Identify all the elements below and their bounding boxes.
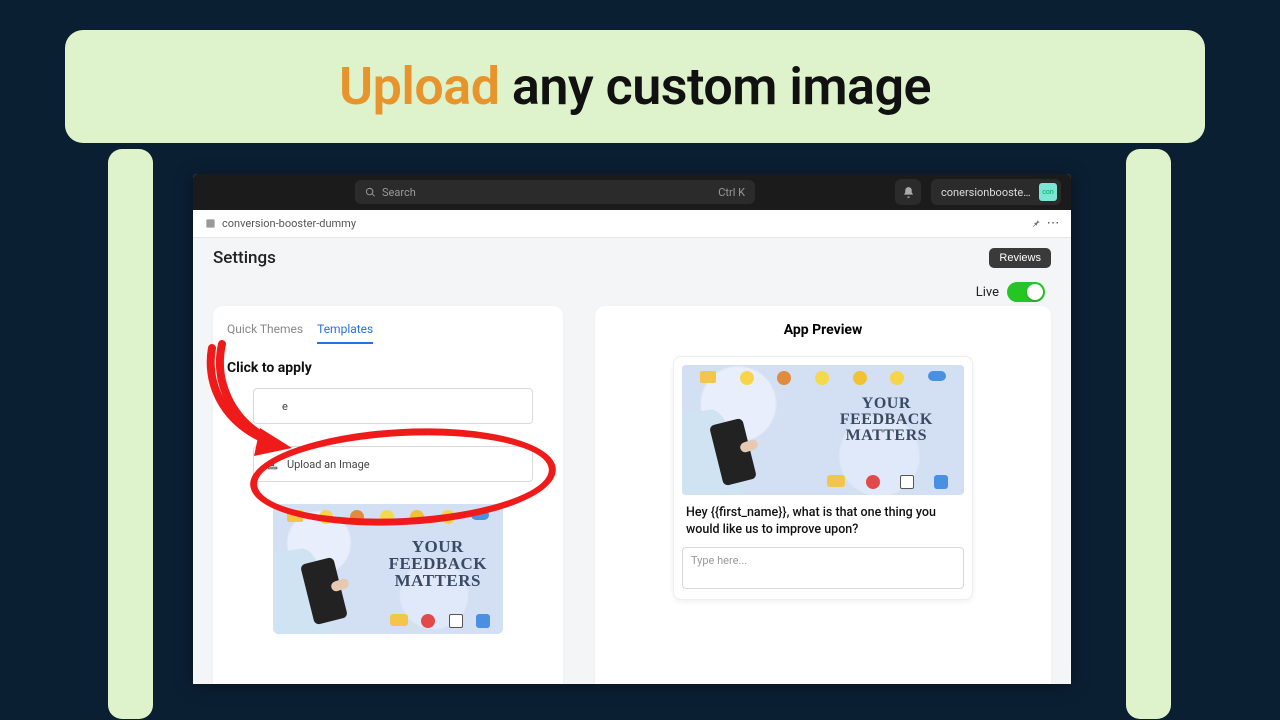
decor-pillar-left [108, 149, 153, 719]
tab-quick-themes[interactable]: Quick Themes [227, 316, 303, 344]
preview-card: YOURFEEDBACKMATTERS Hey {{first_name}}, … [673, 356, 973, 600]
topbar: Search Ctrl K conersionbooster-che... co… [193, 174, 1071, 210]
apply-heading: Click to apply [227, 360, 549, 376]
preview-panel: App Preview YOURFEEDBACKMATTERS [595, 306, 1051, 684]
pin-icon[interactable] [1029, 218, 1041, 230]
hero-banner: Upload any custom image [65, 30, 1205, 143]
settings-panel: Quick Themes Templates Click to apply e … [213, 306, 563, 684]
more-icon[interactable]: ⋯ [1047, 218, 1059, 230]
search-placeholder: Search [382, 186, 416, 199]
decor-pillar-right [1126, 149, 1171, 719]
user-menu[interactable]: conersionbooster-che... con [931, 179, 1061, 205]
tab-templates[interactable]: Templates [317, 316, 373, 344]
breadcrumb[interactable]: conversion-booster-dummy [222, 217, 356, 230]
bell-icon [902, 186, 915, 199]
upload-label: Upload an Image [287, 458, 370, 471]
preview-title: App Preview [784, 322, 863, 338]
template-thumbnail[interactable]: YOURFEEDBACKMATTERS [273, 504, 503, 634]
search-input[interactable]: Search Ctrl K [355, 180, 755, 204]
avatar: con [1039, 183, 1057, 201]
page-title: Settings [213, 248, 276, 268]
content: Settings Reviews Live Quick Themes Templ… [193, 238, 1071, 684]
preview-question: Hey {{first_name}}, what is that one thi… [686, 505, 960, 539]
hero-title-rest: any custom image [500, 56, 932, 117]
hero-title-accent: Upload [339, 56, 500, 117]
template-option[interactable]: e [253, 388, 533, 424]
notifications-button[interactable] [895, 179, 921, 205]
live-label: Live [976, 285, 999, 300]
upload-icon [266, 458, 279, 471]
live-toggle[interactable] [1007, 282, 1045, 302]
reviews-button[interactable]: Reviews [989, 248, 1051, 268]
search-icon [365, 187, 376, 198]
preview-image: YOURFEEDBACKMATTERS [682, 365, 964, 495]
user-label: conersionbooster-che... [941, 186, 1033, 199]
hero-title: Upload any custom image [339, 56, 931, 117]
search-shortcut: Ctrl K [718, 186, 745, 199]
breadcrumb-bar: conversion-booster-dummy ⋯ [193, 210, 1071, 238]
tabs: Quick Themes Templates [227, 316, 549, 344]
option-label-partial: e [282, 400, 288, 413]
app-window: Search Ctrl K conersionbooster-che... co… [193, 174, 1071, 684]
app-icon [205, 218, 216, 229]
upload-image-button[interactable]: Upload an Image [253, 446, 533, 482]
preview-answer-input[interactable]: Type here... [682, 547, 964, 589]
